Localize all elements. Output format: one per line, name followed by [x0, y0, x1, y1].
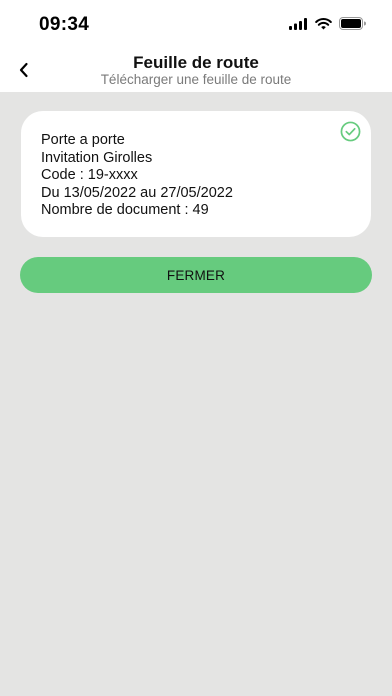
card-line-dates: Du 13/05/2022 au 27/05/2022 — [41, 184, 233, 201]
card-line-name: Invitation Girolles — [41, 149, 153, 166]
card-line-code: Code : 19-xxxx — [41, 167, 138, 183]
signal-icon — [289, 17, 307, 30]
status-bar: 09:34 — [0, 0, 392, 50]
page-subtitle: Télécharger une feuille de route — [100, 72, 292, 87]
top-bar: 09:34 Feuille de route Télécharger une f… — [0, 0, 392, 92]
card-line-document-count: Nombre de document : 49 — [41, 202, 209, 218]
card-details: Porte a porte Invitation Girolles Code :… — [41, 132, 233, 220]
status-icons — [289, 17, 366, 30]
navigation-bar: Feuille de route Télécharger une feuille… — [0, 50, 392, 92]
check-circle-icon — [340, 121, 361, 142]
status-time: 09:34 — [39, 14, 90, 35]
battery-icon — [339, 17, 366, 30]
close-button[interactable]: FERMER — [20, 257, 372, 293]
page-title: Feuille de route — [133, 53, 259, 72]
wifi-icon — [315, 17, 332, 29]
route-sheet-card[interactable]: Porte a porte Invitation Girolles Code :… — [21, 111, 371, 237]
card-line-type: Porte a porte — [41, 132, 125, 148]
